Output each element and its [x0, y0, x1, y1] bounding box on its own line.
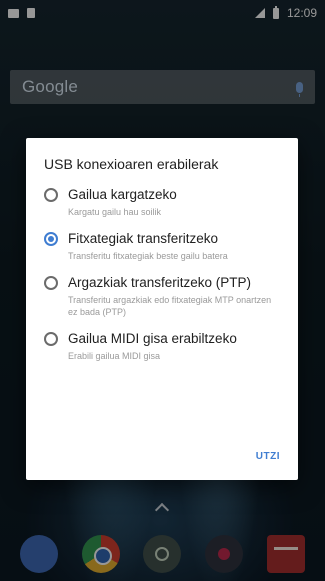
option-charging[interactable]: Gailua kargatzeko Kargatu gailu hau soil…: [44, 186, 280, 218]
radio-button-selected[interactable]: [44, 232, 58, 246]
option-description: Transferitu argazkiak edo fitxategiak MT…: [68, 295, 272, 317]
option-description: Erabili gailua MIDI gisa: [68, 351, 161, 361]
option-label: Fitxategiak transferitzeko: [68, 231, 219, 246]
option-label: Gailua MIDI gisa erabiltzeko: [68, 331, 237, 346]
option-text: Gailua MIDI gisa erabiltzeko Erabili gai…: [68, 330, 237, 362]
dialog-title: USB konexioaren erabilerak: [44, 156, 219, 172]
cancel-button[interactable]: UTZI: [256, 447, 280, 466]
option-label: Argazkiak transferitzeko (PTP): [68, 275, 252, 290]
option-label: Gailua kargatzeko: [68, 187, 177, 202]
dialog-actions: UTZI: [256, 446, 280, 466]
option-midi[interactable]: Gailua MIDI gisa erabiltzeko Erabili gai…: [44, 330, 280, 362]
option-text: Argazkiak transferitzeko (PTP) Transferi…: [68, 274, 280, 318]
radio-button[interactable]: [44, 276, 58, 290]
option-photo-transfer[interactable]: Argazkiak transferitzeko (PTP) Transferi…: [44, 274, 280, 318]
radio-button[interactable]: [44, 332, 58, 346]
radio-button[interactable]: [44, 188, 58, 202]
option-text: Gailua kargatzeko Kargatu gailu hau soil…: [68, 186, 177, 218]
option-text: Fitxategiak transferitzeko Transferitu f…: [68, 230, 228, 262]
option-description: Kargatu gailu hau soilik: [68, 207, 162, 217]
usb-options-dialog: USB konexioaren erabilerak Gailua kargat…: [26, 138, 298, 480]
option-file-transfer[interactable]: Fitxategiak transferitzeko Transferitu f…: [44, 230, 280, 262]
option-description: Transferitu fitxategiak beste gailu bate…: [68, 251, 228, 261]
